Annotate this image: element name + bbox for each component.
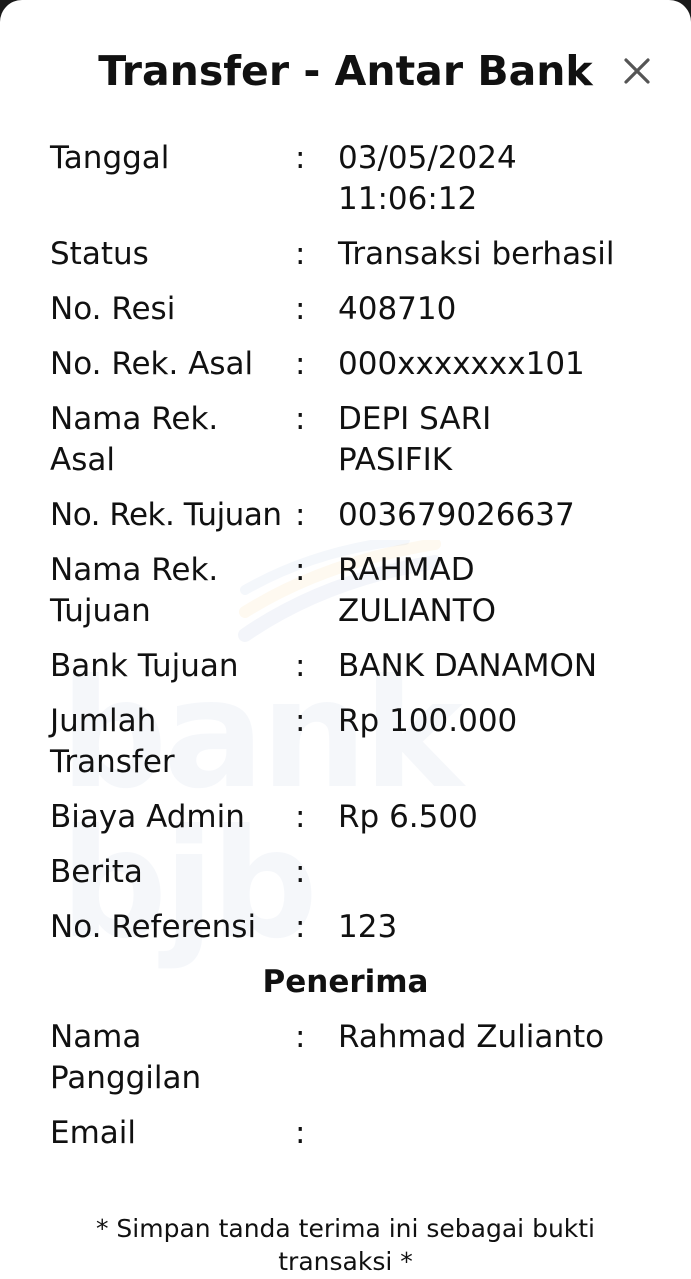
transaction-details: Tanggal : 03/05/2024 11:06:12 Status : T…	[0, 138, 691, 1168]
separator: :	[295, 1019, 306, 1055]
separator: :	[295, 497, 306, 533]
separator: :	[295, 236, 306, 272]
detail-row-biaya-admin: Biaya Admin : Rp 6.500	[0, 797, 691, 838]
detail-label: No. Rek. Tujuan	[50, 497, 282, 533]
separator: :	[295, 854, 306, 890]
detail-row-nama-rek-tujuan: Nama Rek. Tujuan : RAHMAD ZULIANTO	[0, 550, 691, 632]
recipient-label: Nama Panggilan	[50, 1019, 202, 1096]
detail-row-no-resi: No. Resi : 408710	[0, 289, 691, 330]
detail-row-bank-tujuan: Bank Tujuan : BANK DANAMON	[0, 646, 691, 687]
modal-header: Transfer - Antar Bank	[0, 40, 691, 102]
recipient-row-nama-panggilan: Nama Panggilan : Rahmad Zulianto	[0, 1017, 691, 1099]
detail-label: Bank Tujuan	[50, 648, 239, 684]
detail-value: Rp 6.500	[338, 799, 478, 835]
separator: :	[295, 346, 306, 382]
detail-label: Nama Rek. Tujuan	[50, 552, 219, 629]
recipient-section-title: Penerima	[262, 964, 429, 1000]
separator: :	[295, 140, 306, 176]
receipt-sheet: bank bjb Transfer - Antar Bank Tanggal :…	[0, 0, 691, 1279]
page-title: Transfer - Antar Bank	[98, 47, 593, 95]
separator: :	[295, 703, 306, 739]
detail-row-rek-tujuan: No. Rek. Tujuan : 003679026637	[0, 495, 691, 536]
detail-label: No. Rek. Asal	[50, 346, 254, 382]
separator: :	[295, 291, 306, 327]
receipt-note: * Simpan tanda terima ini sebagai bukti …	[95, 1214, 596, 1276]
detail-row-jumlah-transfer: Jumlah Transfer : Rp 100.000	[0, 701, 691, 783]
separator: :	[295, 552, 306, 588]
detail-row-berita: Berita :	[0, 852, 691, 893]
detail-label: Biaya Admin	[50, 799, 245, 835]
detail-label: Status	[50, 236, 149, 272]
detail-value: Rp 100.000	[338, 703, 518, 739]
detail-value: 03/05/2024 11:06:12	[338, 140, 517, 217]
separator: :	[295, 1115, 306, 1151]
detail-value: DEPI SARI PASIFIK	[338, 401, 492, 478]
separator: :	[295, 799, 306, 835]
separator: :	[295, 401, 306, 437]
detail-value: BANK DANAMON	[338, 648, 598, 684]
detail-label: No. Referensi	[50, 909, 257, 945]
detail-value: Transaksi berhasil	[338, 236, 615, 272]
close-icon[interactable]	[616, 50, 658, 92]
recipient-row-email: Email :	[0, 1113, 691, 1154]
detail-label: Nama Rek. Asal	[50, 401, 219, 478]
detail-row-rek-asal: No. Rek. Asal : 000xxxxxxx101	[0, 344, 691, 385]
recipient-value: Rahmad Zulianto	[338, 1019, 605, 1055]
detail-row-status: Status : Transaksi berhasil	[0, 234, 691, 275]
detail-value: 000xxxxxxx101	[338, 346, 585, 382]
detail-label: Tanggal	[50, 140, 170, 176]
detail-label: Berita	[50, 854, 143, 890]
detail-value: 408710	[338, 291, 457, 327]
detail-label: No. Resi	[50, 291, 176, 327]
detail-label: Jumlah Transfer	[50, 703, 175, 780]
detail-row-no-referensi: No. Referensi : 123	[0, 907, 691, 948]
recipient-label: Email	[50, 1115, 137, 1151]
detail-row-tanggal: Tanggal : 03/05/2024 11:06:12	[0, 138, 691, 220]
detail-value: 003679026637	[338, 497, 575, 533]
detail-value: 123	[338, 909, 398, 945]
detail-row-nama-rek-asal: Nama Rek. Asal : DEPI SARI PASIFIK	[0, 399, 691, 481]
detail-value: RAHMAD ZULIANTO	[338, 552, 497, 629]
separator: :	[295, 909, 306, 945]
separator: :	[295, 648, 306, 684]
